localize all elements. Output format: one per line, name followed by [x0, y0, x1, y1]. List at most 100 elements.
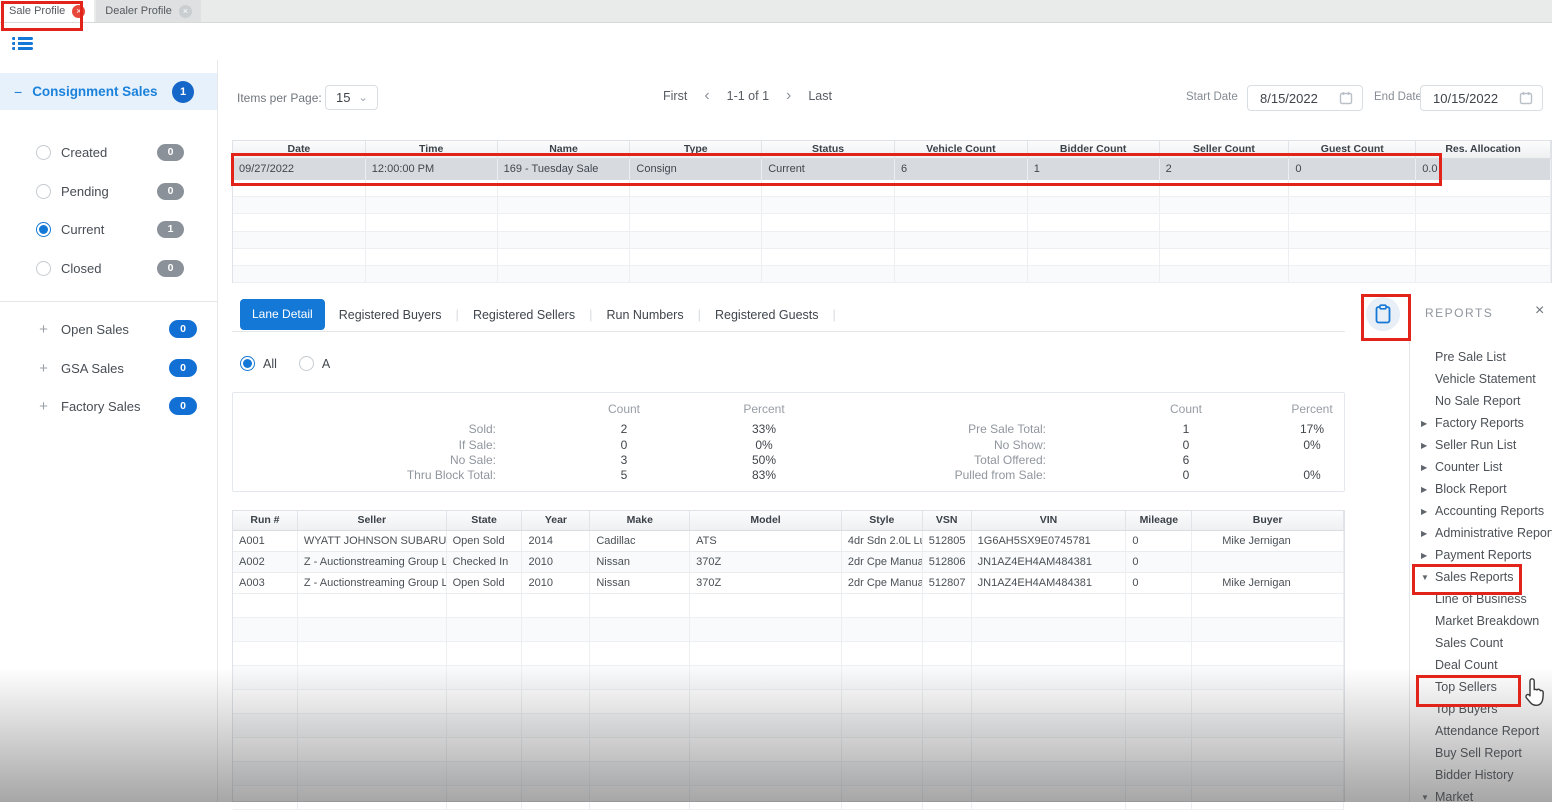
report-item-attendance-report[interactable]: Attendance Report [1410, 720, 1552, 742]
report-item-counter-list[interactable]: ▶ Counter List [1410, 456, 1552, 478]
items-per-page-select[interactable]: 15 ⌄ [325, 85, 378, 110]
column-header-seller-count[interactable]: Seller Count [1160, 141, 1290, 158]
report-item-market[interactable]: ▼Market [1410, 786, 1552, 808]
sidebar-status-closed[interactable]: Closed0 [0, 256, 217, 280]
report-item-line-of-business[interactable]: Line of Business [1410, 588, 1552, 610]
report-item-block-report[interactable]: ▶Block Report [1410, 478, 1552, 500]
report-item-label: Counter List [1435, 460, 1502, 474]
empty-cell [1126, 690, 1192, 713]
sidebar-item-open-sales[interactable]: +Open Sales0 [0, 317, 217, 341]
sale-cell: 0 [1289, 159, 1416, 180]
report-item-administrative-reports[interactable]: ▶Administrative Reports [1410, 522, 1552, 544]
column-header-vin[interactable]: VIN [972, 511, 1127, 530]
column-header-run[interactable]: Run # [233, 511, 298, 530]
tree-collapsed-icon[interactable]: ▶ [1421, 441, 1427, 450]
column-header-type[interactable]: Type [630, 141, 762, 158]
expand-plus-icon[interactable]: + [36, 360, 51, 377]
empty-cell [366, 214, 498, 230]
report-item-sales-reports[interactable]: ▼Sales Reports [1410, 566, 1552, 588]
radio-closed[interactable] [36, 261, 51, 276]
report-item-market-breakdown[interactable]: Market Breakdown [1410, 610, 1552, 632]
report-item-top-sellers[interactable]: Top Sellers [1410, 676, 1552, 698]
expand-plus-icon[interactable]: + [36, 321, 51, 338]
report-item-top-buyers[interactable]: Top Buyers [1410, 698, 1552, 720]
tree-collapsed-icon[interactable]: ▶ [1421, 463, 1427, 472]
column-header-mileage[interactable]: Mileage [1126, 511, 1192, 530]
report-item-deal-count[interactable]: Deal Count [1410, 654, 1552, 676]
column-header-guest-count[interactable]: Guest Count [1289, 141, 1416, 158]
tree-collapsed-icon[interactable]: ▶ [1421, 551, 1427, 560]
tab-registered-sellers[interactable]: Registered Sellers [459, 308, 589, 322]
pagination-prev-icon[interactable]: ‹ [704, 90, 709, 102]
lane-radio-all[interactable] [240, 356, 255, 371]
column-header-vsn[interactable]: VSN [923, 511, 972, 530]
column-header-name[interactable]: Name [498, 141, 631, 158]
report-item-payment-reports[interactable]: ▶Payment Reports [1410, 544, 1552, 566]
tree-collapsed-icon[interactable]: ▶ [1421, 507, 1427, 516]
reports-clipboard-button[interactable] [1366, 297, 1400, 331]
report-item-no-sale-report[interactable]: No Sale Report [1410, 390, 1552, 412]
column-header-res-allocation[interactable]: Res. Allocation [1416, 141, 1551, 158]
tree-collapsed-icon[interactable]: ▶ [1421, 529, 1427, 538]
items-per-page-label: Items per Page: [237, 91, 322, 105]
vehicle-row[interactable]: A002Z - Auctionstreaming Group LLCChecke… [233, 552, 1344, 573]
expand-plus-icon[interactable]: + [36, 398, 51, 415]
calendar-icon[interactable] [1339, 91, 1353, 105]
pagination-first-button[interactable]: First [663, 89, 687, 103]
tab-lane-detail[interactable]: Lane Detail [240, 299, 325, 330]
vehicle-row[interactable]: A003Z - Auctionstreaming Group LLCOpen S… [233, 573, 1344, 594]
column-header-buyer[interactable]: Buyer [1192, 511, 1344, 530]
report-item-sales-count[interactable]: Sales Count [1410, 632, 1552, 654]
collapse-minus-icon[interactable]: − [14, 84, 22, 100]
sidebar-status-pending[interactable]: Pending0 [0, 179, 217, 203]
sidebar-item-factory-sales[interactable]: +Factory Sales0 [0, 394, 217, 418]
column-header-time[interactable]: Time [366, 141, 498, 158]
column-header-status[interactable]: Status [762, 141, 895, 158]
report-item-bidder-history[interactable]: Bidder History [1410, 764, 1552, 786]
column-header-vehicle-count[interactable]: Vehicle Count [895, 141, 1028, 158]
report-item-pre-sale-list[interactable]: Pre Sale List [1410, 346, 1552, 368]
menu-icon[interactable] [12, 37, 33, 52]
sidebar-item-gsa-sales[interactable]: +GSA Sales0 [0, 356, 217, 380]
column-header-style[interactable]: Style [842, 511, 923, 530]
tab-registered-buyers[interactable]: Registered Buyers [325, 308, 456, 322]
radio-current[interactable] [36, 222, 51, 237]
tree-expanded-icon[interactable]: ▼ [1421, 573, 1429, 582]
summary-label: No Show: [813, 438, 1046, 452]
tab-registered-guests[interactable]: Registered Guests [701, 308, 833, 322]
pagination-last-button[interactable]: Last [808, 89, 832, 103]
end-date-input[interactable]: 10/15/2022 [1420, 85, 1543, 111]
tab-run-numbers[interactable]: Run Numbers [592, 308, 697, 322]
report-item-seller-run-list[interactable]: ▶Seller Run List [1410, 434, 1552, 456]
sidebar-status-created[interactable]: Created0 [0, 140, 217, 164]
column-header-bidder-count[interactable]: Bidder Count [1028, 141, 1160, 158]
calendar-icon[interactable] [1519, 91, 1533, 105]
tree-collapsed-icon[interactable]: ▶ [1421, 485, 1427, 494]
lane-radio-a[interactable] [299, 356, 314, 371]
sidebar-section-consignment-sales[interactable]: − Consignment Sales 1 [0, 73, 217, 110]
tab-close-icon[interactable]: × [179, 5, 192, 18]
report-item-vehicle-statement[interactable]: Vehicle Statement [1410, 368, 1552, 390]
column-header-date[interactable]: Date [233, 141, 366, 158]
start-date-input[interactable]: 8/15/2022 [1247, 85, 1363, 111]
report-item-factory-reports[interactable]: ▶Factory Reports [1410, 412, 1552, 434]
column-header-state[interactable]: State [447, 511, 523, 530]
tab-dealer-profile[interactable]: Dealer Profile× [96, 0, 201, 22]
column-header-seller[interactable]: Seller [298, 511, 447, 530]
report-item-buy-sell-report[interactable]: Buy Sell Report [1410, 742, 1552, 764]
tab-sale-profile[interactable]: Sale Profile× [0, 0, 94, 22]
column-header-model[interactable]: Model [690, 511, 842, 530]
pagination-next-icon[interactable]: › [786, 90, 791, 102]
tree-expanded-icon[interactable]: ▼ [1421, 793, 1429, 802]
close-icon[interactable]: × [1535, 302, 1544, 320]
report-item-accounting-reports[interactable]: ▶Accounting Reports [1410, 500, 1552, 522]
sale-row[interactable]: 09/27/202212:00:00 PM169 - Tuesday SaleC… [233, 159, 1551, 180]
tree-collapsed-icon[interactable]: ▶ [1421, 419, 1427, 428]
tab-close-icon[interactable]: × [72, 5, 85, 18]
radio-created[interactable] [36, 145, 51, 160]
vehicle-row[interactable]: A001WYATT JOHNSON SUBARU H...Open Sold20… [233, 531, 1344, 552]
radio-pending[interactable] [36, 184, 51, 199]
sidebar-status-current[interactable]: Current1 [0, 217, 217, 241]
column-header-make[interactable]: Make [590, 511, 690, 530]
column-header-year[interactable]: Year [522, 511, 590, 530]
